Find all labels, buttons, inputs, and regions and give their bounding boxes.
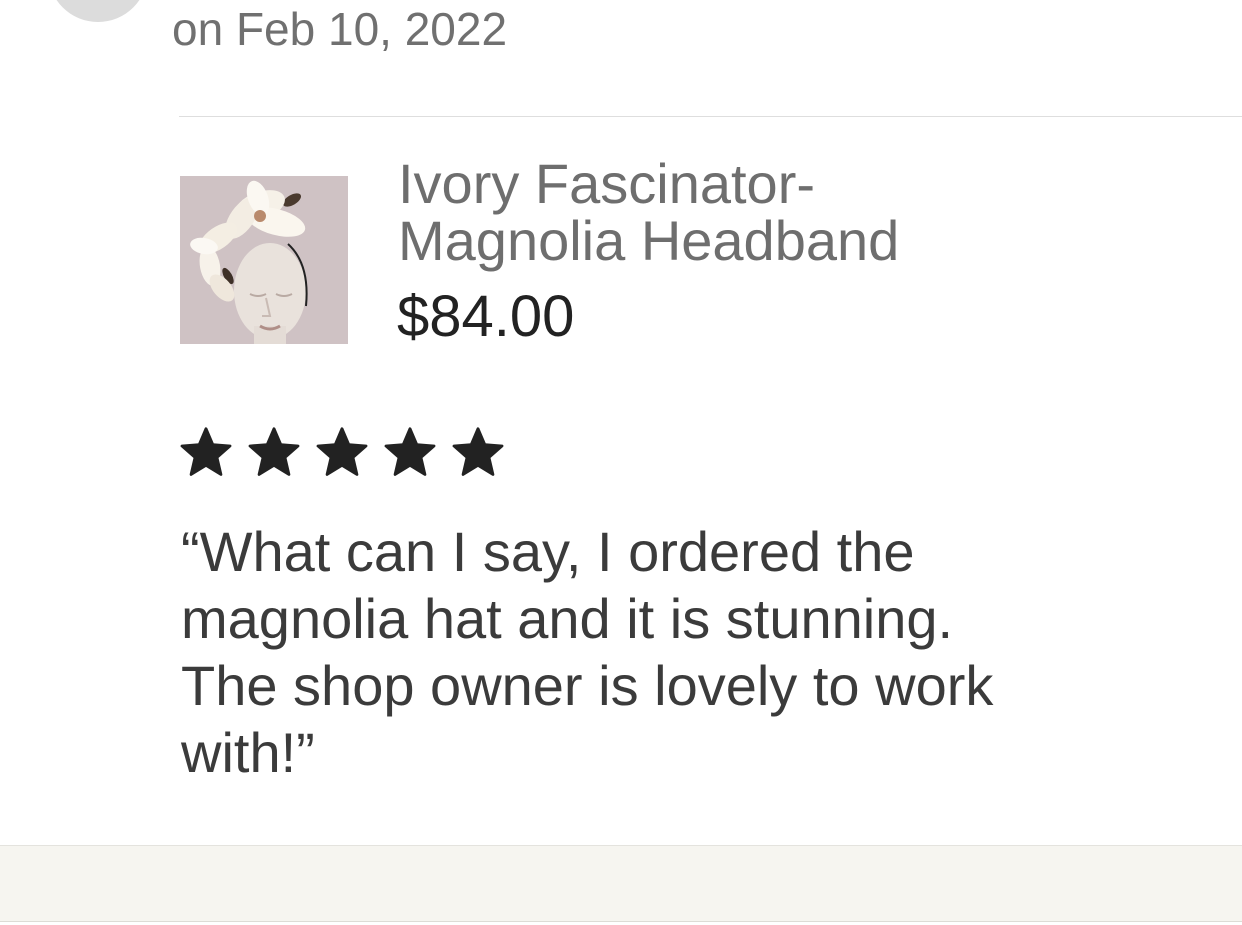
item-price: $84.00 — [397, 284, 575, 349]
product-thumbnail[interactable] — [180, 176, 348, 344]
fascinator-product-photo-icon — [180, 176, 348, 344]
item-title-line: Magnolia Headband — [398, 209, 900, 272]
section-separator — [0, 845, 1242, 922]
review-text: “What can I say, I ordered the magnolia … — [181, 518, 1231, 786]
star-icon — [180, 427, 232, 476]
review-text-line: magnolia hat and it is stunning. — [181, 587, 954, 650]
divider — [179, 116, 1242, 117]
star-icon — [384, 427, 436, 476]
review-text-line: The shop owner is lovely to work — [181, 654, 994, 717]
star-icon — [316, 427, 368, 476]
review-card: on Feb 10, 2022 Ivory Fascinator- Magnol… — [0, 0, 1242, 925]
review-text-line: “What can I say, I ordered the — [181, 520, 915, 583]
item-title-link[interactable]: Ivory Fascinator- Magnolia Headband — [398, 155, 1038, 269]
star-icon — [248, 427, 300, 476]
star-icon — [452, 427, 504, 476]
review-text-line: with!” — [181, 721, 315, 784]
reviewer-avatar[interactable] — [48, 0, 148, 22]
star-rating — [178, 425, 506, 481]
review-date: on Feb 10, 2022 — [172, 3, 508, 55]
item-title-line: Ivory Fascinator- — [398, 152, 815, 215]
